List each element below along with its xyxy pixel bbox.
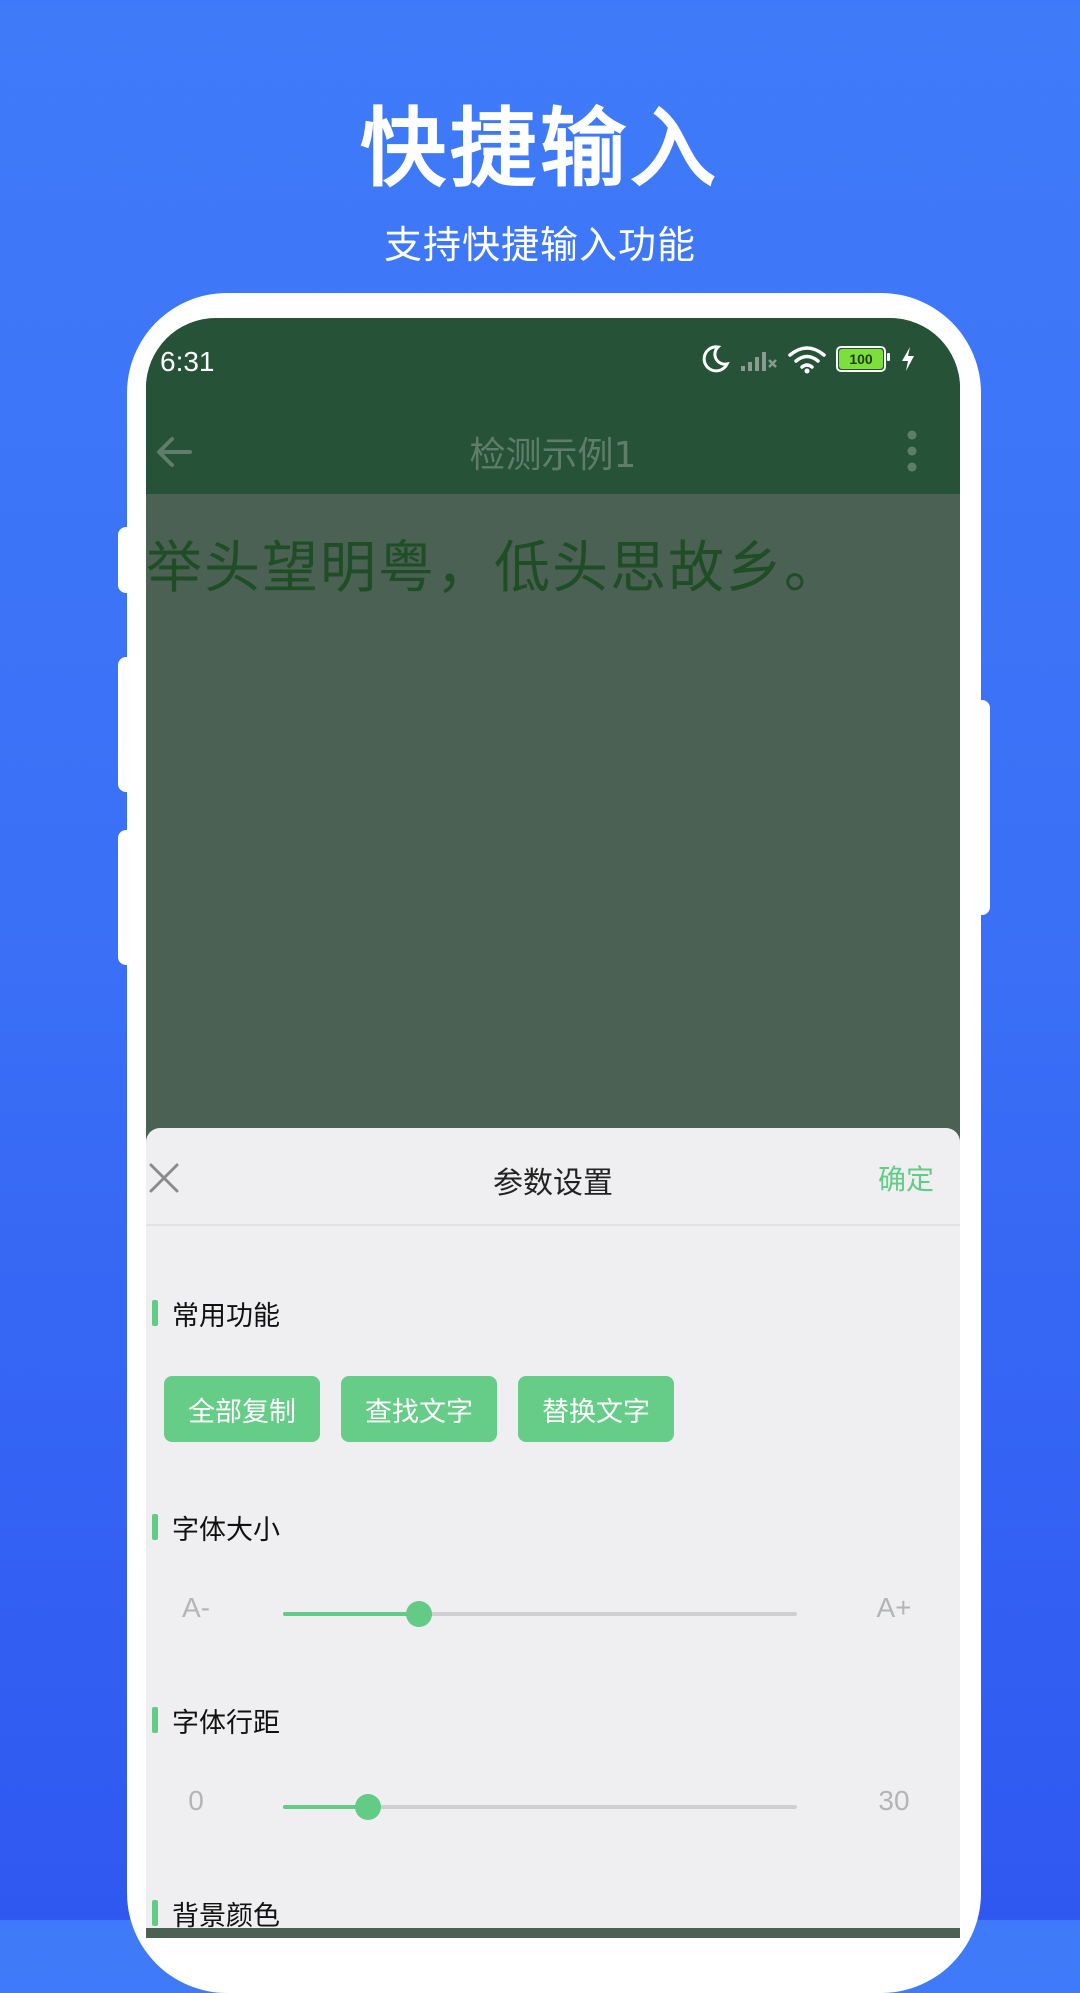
battery-level: 100 [839,349,883,369]
confirm-button[interactable]: 确定 [878,1158,934,1198]
font-increase-label: A+ [876,1592,912,1623]
settings-sheet: 参数设置 确定 常用功能 全部复制 查找文字 替换文字 字体大小 A- A+ 字… [146,1128,960,1928]
line-spacing-min-label: 0 [188,1785,204,1816]
copy-all-button[interactable]: 全部复制 [164,1376,320,1442]
sheet-title: 参数设置 [493,1166,613,1201]
promo-title: 快捷输入 [360,99,720,199]
app-toolbar: 检测示例1 [146,408,960,494]
charging-icon [902,347,914,371]
promo-subtitle: 支持快捷输入功能 [383,223,696,267]
line-spacing-slider-thumb[interactable] [354,1794,381,1820]
battery-icon: 100 [836,346,890,372]
line-spacing-slider[interactable] [283,1794,797,1820]
replace-text-button[interactable]: 替换文字 [518,1376,674,1442]
section-label-common: 常用功能 [152,1294,280,1333]
document-text[interactable]: 举头望明粤，低头思故乡。 [146,523,960,604]
sheet-header: 参数设置 确定 [146,1128,960,1226]
find-text-button[interactable]: 查找文字 [341,1376,497,1442]
wifi-icon [788,346,826,374]
section-label-font-size: 字体大小 [152,1508,280,1547]
section-label-line-spacing: 字体行距 [152,1701,280,1740]
font-size-slider-thumb[interactable] [406,1601,433,1627]
font-decrease-label: A- [182,1592,210,1623]
status-icons: 100 [700,344,916,374]
moon-icon [702,345,730,373]
status-bar: 6:31 100 [146,318,960,408]
font-size-slider-row: A- A+ [146,1592,960,1632]
font-size-slider-fill [283,1612,420,1616]
more-vertical-icon[interactable] [906,430,918,472]
signal-icon [741,352,777,371]
line-spacing-slider-row: 0 30 [146,1785,960,1825]
toolbar-title: 检测示例1 [469,435,637,476]
status-time: 6:31 [160,346,215,377]
section-label-background: 背景颜色 [152,1894,280,1928]
font-size-slider[interactable] [283,1601,797,1627]
line-spacing-max-label: 30 [878,1785,910,1816]
